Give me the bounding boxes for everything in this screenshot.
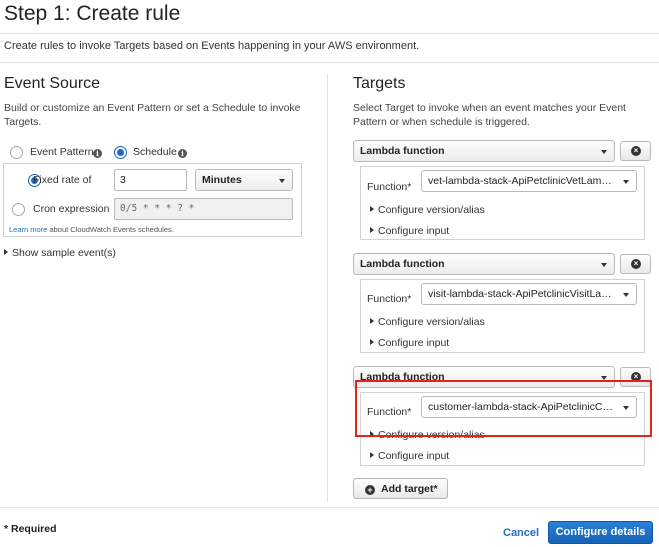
footer-divider xyxy=(0,507,659,508)
caret-right-icon xyxy=(370,227,374,234)
caret-right-icon xyxy=(370,339,374,346)
function-value: visit-lambda-stack-ApiPetclinicVisitLamb… xyxy=(428,288,625,300)
event-source-title: Event Source xyxy=(4,75,101,92)
configure-version-label: Configure version/alias xyxy=(378,316,485,328)
configure-version-expander[interactable]: Configure version/alias xyxy=(370,429,485,441)
rate-unit-select[interactable]: Minutes xyxy=(195,169,293,191)
learn-more-link[interactable]: Learn more xyxy=(9,225,47,234)
close-icon: × xyxy=(631,372,641,382)
show-sample-label: Show sample event(s) xyxy=(12,247,116,259)
configure-input-expander[interactable]: Configure input xyxy=(370,225,449,237)
page-subtitle: Create rules to invoke Targets based on … xyxy=(4,40,420,52)
chevron-down-icon xyxy=(601,150,607,154)
configure-version-expander[interactable]: Configure version/alias xyxy=(370,204,485,216)
function-label: Function* xyxy=(367,181,412,193)
caret-right-icon xyxy=(4,249,8,256)
plus-icon: + xyxy=(365,485,375,495)
target-type-value: Lambda function xyxy=(360,145,445,157)
chevron-down-icon xyxy=(623,406,629,410)
function-value: customer-lambda-stack-ApiPetclinicCus... xyxy=(428,401,623,413)
chevron-down-icon xyxy=(279,179,285,183)
configure-version-label: Configure version/alias xyxy=(378,204,485,216)
target-type-value: Lambda function xyxy=(360,371,445,383)
cancel-button[interactable]: Cancel xyxy=(503,527,539,539)
caret-right-icon xyxy=(370,431,374,438)
function-select[interactable]: visit-lambda-stack-ApiPetclinicVisitLamb… xyxy=(421,283,637,305)
remove-target-button[interactable]: × xyxy=(620,367,651,387)
required-note: * Required xyxy=(4,523,57,535)
configure-input-expander[interactable]: Configure input xyxy=(370,337,449,349)
event-source-description: Build or customize an Event Pattern or s… xyxy=(4,102,301,128)
subtitle-divider xyxy=(0,62,659,63)
chevron-down-icon xyxy=(623,180,629,184)
learn-more-note: Learn more about CloudWatch Events sched… xyxy=(9,225,174,234)
info-icon[interactable]: i xyxy=(93,149,102,158)
configure-details-button[interactable]: Configure details xyxy=(548,521,653,544)
schedule-radio[interactable] xyxy=(114,146,127,159)
target-type-value: Lambda function xyxy=(360,258,445,270)
caret-right-icon xyxy=(370,318,374,325)
targets-description: Select Target to invoke when an event ma… xyxy=(353,102,626,128)
target-type-select[interactable]: Lambda function xyxy=(353,253,615,275)
targets-title: Targets xyxy=(353,75,406,92)
column-divider xyxy=(327,74,328,502)
target-type-select[interactable]: Lambda function xyxy=(353,366,615,388)
close-icon: × xyxy=(631,259,641,269)
fixed-rate-label: Fixed rate of xyxy=(33,174,92,186)
add-target-button[interactable]: + Add target* xyxy=(353,478,448,499)
remove-target-button[interactable]: × xyxy=(620,141,651,161)
rate-unit-value: Minutes xyxy=(202,174,242,186)
target-type-select[interactable]: Lambda function xyxy=(353,140,615,162)
configure-input-label: Configure input xyxy=(378,337,450,349)
chevron-down-icon xyxy=(601,376,607,380)
page-title: Step 1: Create rule xyxy=(4,2,181,25)
function-label: Function* xyxy=(367,406,412,418)
function-select[interactable]: customer-lambda-stack-ApiPetclinicCus... xyxy=(421,396,637,418)
configure-input-expander[interactable]: Configure input xyxy=(370,450,449,462)
schedule-label[interactable]: Schedule xyxy=(133,146,177,158)
configure-input-label: Configure input xyxy=(378,225,450,237)
caret-right-icon xyxy=(370,206,374,213)
remove-target-button[interactable]: × xyxy=(620,254,651,274)
info-icon[interactable]: i xyxy=(178,149,187,158)
chevron-down-icon xyxy=(623,293,629,297)
configure-version-label: Configure version/alias xyxy=(378,429,485,441)
function-select[interactable]: vet-lambda-stack-ApiPetclinicVetLambda..… xyxy=(421,170,637,192)
cron-label: Cron expression xyxy=(33,203,110,215)
configure-input-label: Configure input xyxy=(378,450,450,462)
fixed-rate-input[interactable]: 3 xyxy=(114,169,187,191)
caret-right-icon xyxy=(370,452,374,459)
show-sample-events[interactable]: Show sample event(s) xyxy=(4,247,116,259)
close-icon: × xyxy=(631,146,641,156)
function-label: Function* xyxy=(367,293,412,305)
event-pattern-label[interactable]: Event Pattern xyxy=(30,146,94,158)
learn-more-text: about CloudWatch Events schedules. xyxy=(49,225,174,234)
add-target-label: Add target* xyxy=(381,483,438,495)
cron-radio[interactable] xyxy=(12,203,25,216)
chevron-down-icon xyxy=(601,263,607,267)
configure-version-expander[interactable]: Configure version/alias xyxy=(370,316,485,328)
event-pattern-radio[interactable] xyxy=(10,146,23,159)
cron-input[interactable]: 0/5 * * * ? * xyxy=(114,198,293,220)
function-value: vet-lambda-stack-ApiPetclinicVetLambda..… xyxy=(428,175,628,187)
header-divider xyxy=(0,33,659,34)
